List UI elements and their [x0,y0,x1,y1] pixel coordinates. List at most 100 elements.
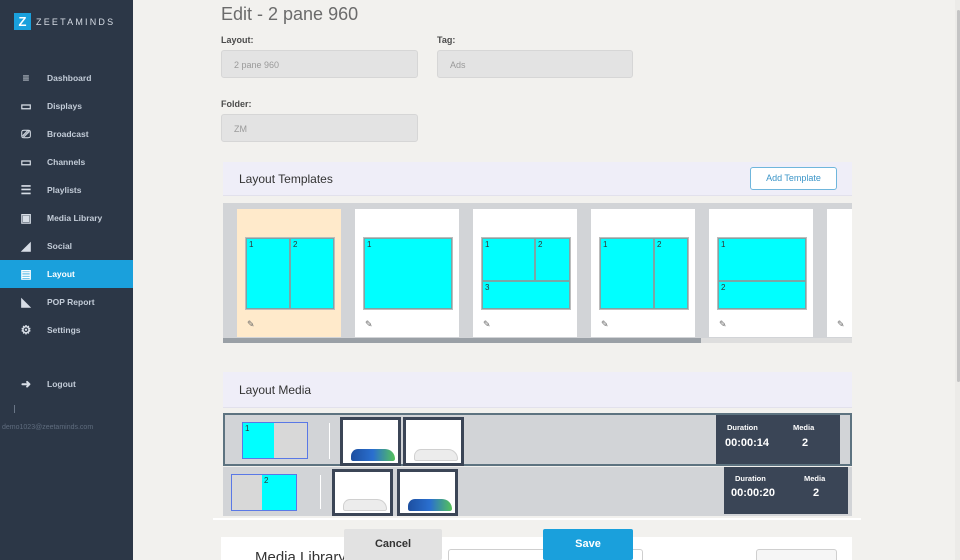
templates-scrollbar[interactable] [223,338,852,343]
shoe-image [414,449,458,461]
template-card[interactable]: ✎ [827,209,852,337]
sidebar-item-settings[interactable]: ⚙ Settings [0,316,133,344]
layout-templates-header: Layout Templates Add Template [223,162,852,196]
logo-mark: Z [14,13,31,30]
sidebar-item-label: Channels [47,157,86,167]
zone-1: 1 [482,238,535,281]
folder-input[interactable]: ZM [221,114,418,142]
add-template-button[interactable]: Add Template [750,167,837,190]
list-icon: ☰ [20,183,32,197]
tag-label: Tag: [437,35,456,45]
media-label: Media [793,423,815,432]
media-label: Media [804,474,826,483]
zone-2: 2 [654,238,688,309]
scrollbar-thumb[interactable] [223,338,701,343]
media-thumbnail[interactable] [403,417,464,466]
edit-icon[interactable]: ✎ [483,319,491,330]
duration-label: Duration [735,474,766,483]
divider [14,405,15,413]
brand-logo[interactable]: Z ZEETAMINDS [14,13,115,30]
shoe-image [351,449,395,461]
media-thumbnail[interactable] [332,469,393,516]
templates-carousel[interactable]: 1 2 ✎ 1 ✎ 1 2 3 ✎ 1 2 ✎ 1 2 ✎ ✎ [223,203,852,342]
template-preview: 1 2 [717,237,807,310]
logout-section: ➜ Logout [0,370,133,398]
sidebar-item-media-library[interactable]: ▣ Media Library [0,204,133,232]
template-card[interactable]: 1 ✎ [355,209,459,337]
media-library-action-button[interactable] [756,549,837,560]
media-count: 2 [813,487,820,499]
sidebar-item-channels[interactable]: ▭ Channels [0,148,133,176]
duration-value: 00:00:14 [725,437,770,449]
logout-icon: ➜ [20,377,32,391]
shoe-image [408,499,452,511]
layout-icon: ▤ [20,267,32,281]
duration-value: 00:00:20 [731,487,776,499]
media-zone-row[interactable]: 1 Duration Media 00:00:14 2 [223,413,852,466]
zone-3: 3 [482,281,570,309]
tag-input[interactable]: Ads [437,50,633,78]
zone-1: 1 [600,238,654,309]
edit-icon[interactable]: ✎ [365,319,373,330]
template-preview: 1 2 3 [481,237,571,310]
area-chart-icon: ◣ [21,295,31,309]
logout-label: Logout [47,379,76,389]
template-preview: 1 2 [599,237,689,310]
media-count: 2 [802,437,809,449]
template-card[interactable]: 1 2 ✎ [709,209,813,337]
gear-icon: ⚙ [20,323,32,337]
video-camera-icon: ⎚ [21,126,31,141]
divider [329,423,330,459]
zone-2: 2 [290,238,334,309]
cancel-button[interactable]: Cancel [344,529,442,560]
sidebar-item-label: Dashboard [47,73,92,83]
template-preview: 1 [363,237,453,310]
sidebar-item-playlists[interactable]: ☰ Playlists [0,176,133,204]
sidebar-item-label: Playlists [47,185,82,195]
monitor-icon: ▭ [20,155,32,169]
zone-1: 1 [718,238,806,281]
sidebar-item-broadcast[interactable]: ⎚ Broadcast [0,120,133,148]
layout-templates-title: Layout Templates [239,172,333,186]
template-card[interactable]: 1 2 3 ✎ [473,209,577,337]
divider [320,475,321,509]
logout-button[interactable]: ➜ Logout [0,370,133,398]
sidebar-item-pop-report[interactable]: ◣ POP Report [0,288,133,316]
edit-icon[interactable]: ✎ [247,319,255,330]
edit-icon[interactable]: ✎ [719,319,727,330]
media-library-panel: Media Library [221,537,852,560]
media-zone-row[interactable]: 2 Duration Media 00:00:20 2 [223,467,852,516]
sidebar-item-label: Layout [47,269,75,279]
edit-icon[interactable]: ✎ [837,319,845,330]
template-preview: 1 2 [245,237,335,310]
media-stats: Duration Media 00:00:20 2 [724,467,848,514]
zone-mini-preview: 1 [242,422,308,459]
zone-1: 1 [364,238,452,309]
layout-label: Layout: [221,35,254,45]
save-button[interactable]: Save [543,529,633,560]
media-thumbnail[interactable] [397,469,458,516]
monitor-icon: ▭ [20,99,32,113]
sidebar: Z ZEETAMINDS ≡ Dashboard ▭ Displays ⎚ Br… [0,0,133,560]
sidebar-item-label: Media Library [47,213,103,223]
shoe-image [343,499,387,511]
layout-media-header: Layout Media [223,372,852,408]
zone-2: 2 [718,281,806,309]
sidebar-item-label: POP Report [47,297,95,307]
media-thumbnail[interactable] [340,417,401,466]
sidebar-item-displays[interactable]: ▭ Displays [0,92,133,120]
folder-label: Folder: [221,99,252,109]
sidebar-item-layout[interactable]: ▤ Layout [0,260,133,288]
zone-1: 1 [246,238,290,309]
page-title: Edit - 2 pane 960 [221,4,359,24]
edit-icon[interactable]: ✎ [601,319,609,330]
template-card[interactable]: 1 2 ✎ [591,209,695,337]
media-library-title: Media Library [255,549,346,560]
sidebar-item-label: Settings [47,325,81,335]
layout-name-input[interactable]: 2 pane 960 [221,50,418,78]
media-stats: Duration Media 00:00:14 2 [716,415,840,464]
sidebar-item-label: Displays [47,101,82,111]
sidebar-item-social[interactable]: ◢ Social [0,232,133,260]
template-card[interactable]: 1 2 ✎ [237,209,341,337]
sidebar-item-dashboard[interactable]: ≡ Dashboard [0,64,133,92]
